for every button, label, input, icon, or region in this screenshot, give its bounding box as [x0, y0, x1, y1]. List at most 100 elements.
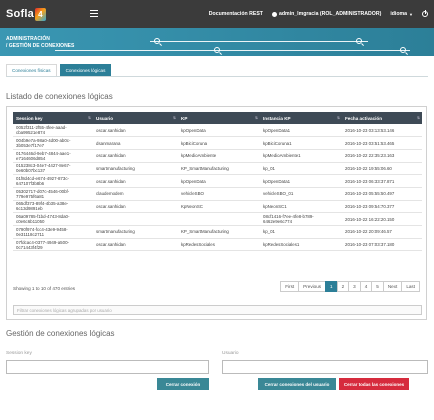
table-cell: 004b9e7a-98a0-4d00-ab0c-3b053e7f17e7: [13, 136, 93, 150]
sort-icon: ⇅: [172, 116, 176, 120]
table-cell: KP_SmartManufacturing: [178, 225, 260, 239]
language-menu[interactable]: idioma ▼: [390, 11, 413, 17]
table-cell: [178, 212, 260, 226]
table-cell: claudemodem: [93, 187, 178, 201]
session-key-label: Session key: [6, 351, 32, 356]
table-cell: 015238c3-04e7-4427-8e67-0e60b07bc137: [13, 162, 93, 176]
table-cell: kpOpenData: [178, 124, 260, 138]
top-navbar: Sofla 4 Documentación REST admin_lmgraci…: [0, 0, 434, 28]
table-row[interactable]: 004b9e7a-98a0-4d00-ab0c-3b053e7f17e7 dsan…: [13, 136, 422, 150]
table-cell: 2016-10-23 06:33:37.871: [342, 174, 422, 188]
table-cell: kpRedesSociales: [178, 238, 260, 252]
sort-icon: ⇅: [336, 116, 340, 120]
logo[interactable]: Sofla 4: [6, 7, 46, 21]
tab-physical-connections[interactable]: Conexiones físicas: [6, 64, 57, 76]
list-title: Listado de conexiones lógicas: [6, 92, 113, 101]
search-icon: [400, 47, 406, 53]
entries-info: Showing 1 to 10 of 470 entries: [13, 286, 76, 291]
table-cell: 0052f311-2f55-4fee-aaad-cba99521e874: [13, 124, 93, 138]
table-row[interactable]: 065df373-89f4-4b35-a38e-6c13d9891eb oscar…: [13, 200, 422, 214]
documentation-link[interactable]: Documentación REST: [209, 11, 263, 17]
table-row[interactable]: 015238c3-04e7-4427-8e67-0e60b07bc137 smar…: [13, 162, 422, 176]
table-cell: kpOpenData: [178, 174, 260, 188]
column-header[interactable]: Instancia KP ⇅: [260, 112, 342, 124]
filter-input[interactable]: Filtrar conexiones lógicas agrupadas por…: [13, 305, 422, 315]
column-header[interactable]: Usuario ⇅: [93, 112, 178, 124]
search-icon: [214, 47, 220, 53]
table-cell: kpNeonSC1: [260, 200, 342, 214]
sort-icon: ⇅: [87, 116, 91, 120]
table-cell: kp_01: [260, 162, 342, 176]
table-row[interactable]: 0790f974-fcc4-43e9-9458-0e31118c2711 smar…: [13, 225, 422, 239]
table-cell: 01f8d4cd-e674-4927-873c-647107f3b8b6: [13, 174, 93, 188]
user-menu[interactable]: admin_lmgracia (ROL_ADMINISTRADOR): [271, 11, 382, 17]
page-button[interactable]: Next: [382, 281, 403, 292]
table-cell: vehicleSBO: [178, 187, 260, 201]
column-header[interactable]: Session key ⇅: [13, 112, 93, 124]
search-icon: [154, 38, 160, 44]
table-row[interactable]: 06a09785-f1bd-4743-8da0-c0e6c6b11050 08cf…: [13, 212, 422, 226]
language-label: idioma: [390, 11, 408, 17]
table-cell: kpMedioAmbiente: [178, 149, 260, 163]
table-cell: dsanmarana: [93, 136, 178, 150]
logout-icon[interactable]: [422, 10, 428, 17]
table-cell: oscar.sanhidan: [93, 174, 178, 188]
session-key-input[interactable]: [6, 360, 209, 374]
table-cell: KP_SmartManufacturing: [178, 162, 260, 176]
page-button[interactable]: First: [280, 281, 300, 292]
page-button[interactable]: Last: [401, 281, 420, 292]
menu-toggle-icon[interactable]: [90, 10, 98, 17]
breadcrumb-page: / GESTIÓN DE CONEXIONES: [6, 42, 75, 49]
sort-icon: ⇅: [416, 116, 420, 120]
connection-tabs: Conexiones físicas Conexiones lógicas: [6, 64, 112, 76]
column-header[interactable]: KP ⇅: [178, 112, 260, 124]
table-cell: kp_01: [260, 225, 342, 239]
tab-logical-connections[interactable]: Conexiones lógicas: [59, 64, 112, 76]
table-cell: oscar.sanhidan: [93, 124, 178, 138]
close-connection-button[interactable]: Cerrar conexión: [157, 378, 209, 390]
user-icon: [271, 11, 277, 17]
table-cell: 2016-10-22 19:55:06.60: [342, 162, 422, 176]
table-cell: 2016-10-23 03:51:53.465: [342, 136, 422, 150]
table-cell: oscar.sanhidan: [93, 238, 178, 252]
table-cell: smartmanufacturing: [93, 162, 178, 176]
page-button[interactable]: Previous: [298, 281, 327, 292]
table-cell: 08cf1416-f7ee-4fe8-b789-6462e9e6c774: [260, 212, 342, 226]
table-row[interactable]: 01f8d4cd-e674-4927-873c-647107f3b8b6 osca…: [13, 174, 422, 188]
table-cell: kpBiciCoruna: [178, 136, 260, 150]
close-section-title: Gestión de conexiones lógicas: [6, 329, 115, 338]
table-cell: oscar.sanhidan: [93, 200, 178, 214]
usuario-label: Usuario: [222, 351, 239, 356]
table-row[interactable]: 0052f311-2f55-4fee-aaad-cba99521e874 osca…: [13, 124, 422, 138]
table-cell: 2016-10-22 20:09:46.57: [342, 225, 422, 239]
search-icon: [356, 38, 362, 44]
table-cell: 2016-10-22 16:22:20.150: [342, 212, 422, 226]
column-header[interactable]: Fecha activación ⇅: [342, 112, 422, 124]
table-cell: kpOpenData1: [260, 124, 342, 138]
header-decoration-line: [55, 50, 410, 51]
user-label: admin_lmgracia (ROL_ADMINISTRADOR): [278, 11, 382, 17]
header-decoration-line: [150, 41, 368, 42]
table-cell: 07fdcac4-0377-4949-a500-0c71443f4f29: [13, 238, 93, 252]
table-cell: 06a09785-f1bd-4743-8da0-c0e6c6b11050: [13, 212, 93, 226]
table-row[interactable]: 05302717-d07c-4546-00bf-779e975f6a81 clau…: [13, 187, 422, 201]
close-user-connections-button[interactable]: Cerrar conexiones del usuario: [258, 378, 336, 390]
breadcrumb: ADMINISTRACIÓN / GESTIÓN DE CONEXIONES: [6, 36, 74, 49]
chevron-down-icon: ▼: [409, 11, 413, 17]
usuario-input[interactable]: [222, 360, 428, 374]
pagination: First Previous 1 2 3 4 5 Next Last: [280, 281, 420, 292]
table-cell: 2016-10-22 22:35:23.163: [342, 149, 422, 163]
table-cell: 2016-10-23 09:54:70.377: [342, 200, 422, 214]
table-cell: 0790f974-fcc4-43e9-9458-0e31118c2711: [13, 225, 93, 239]
table-cell: smartmanufacturing: [93, 225, 178, 239]
close-all-connections-button[interactable]: Cerrar todas las conexiones: [339, 378, 409, 390]
tabs-divider: [6, 76, 428, 77]
table-cell: [93, 212, 178, 226]
table-cell: 2016-10-23 03:13:53.146: [342, 124, 422, 138]
connections-table: Session key ⇅ Usuario ⇅ KP ⇅ Instancia KP ⇅ …: [13, 112, 422, 252]
table-cell: 0176446d-9eb7-4844-aae1-e7164606d854: [13, 149, 93, 163]
table-row[interactable]: 07fdcac4-0377-4949-a500-0c71443f4f29 osca…: [13, 238, 422, 252]
logo-mark: 4: [34, 7, 46, 21]
table-cell: kpMedioAmbiente1: [260, 149, 342, 163]
table-row[interactable]: 0176446d-9eb7-4844-aae1-e7164606d854 osca…: [13, 149, 422, 163]
